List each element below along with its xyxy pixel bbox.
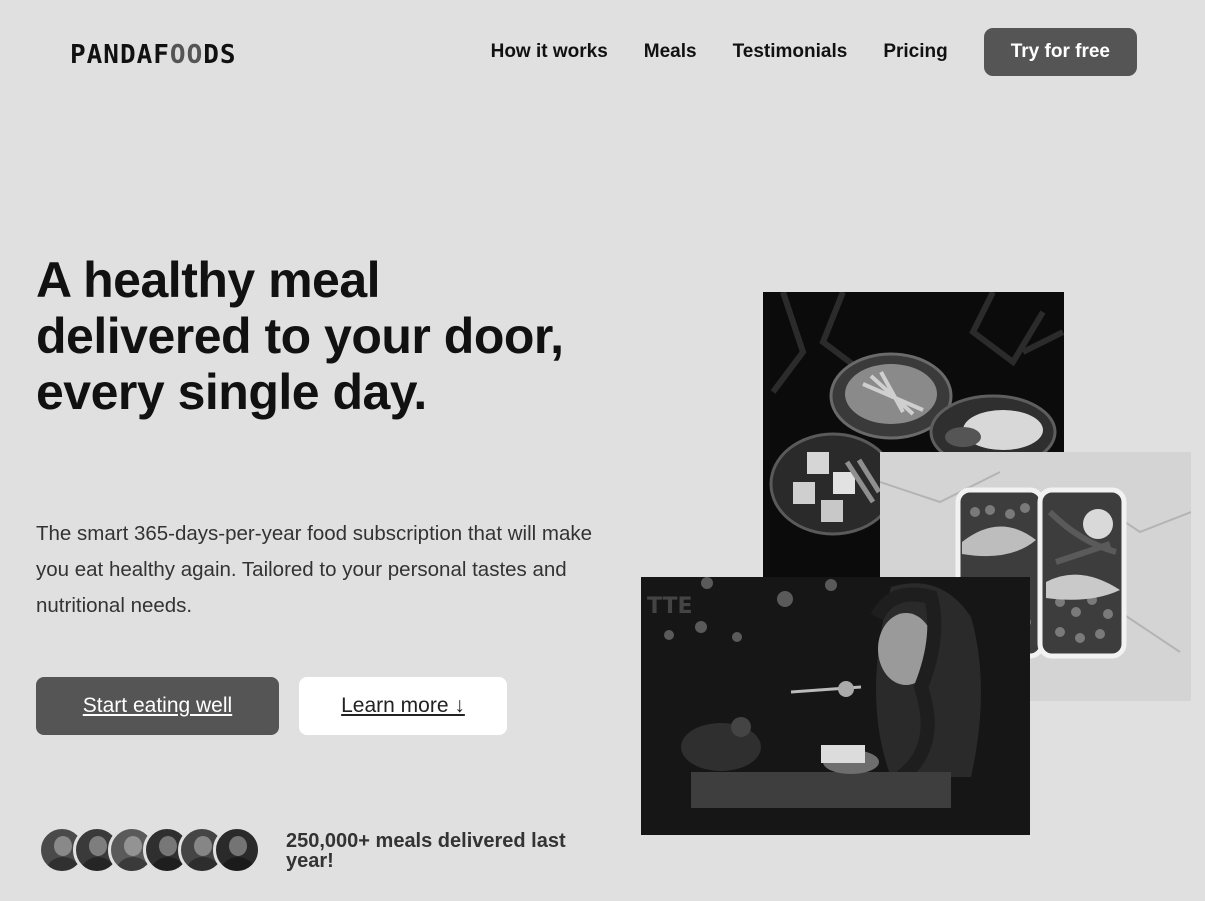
brand-logo[interactable]: PANDAFOODS (70, 40, 237, 70)
logo-text-end: DS (203, 40, 237, 70)
nav-link-meals[interactable]: Meals (644, 41, 697, 63)
nav-link-pricing[interactable]: Pricing (883, 41, 947, 63)
nav-link-how-it-works[interactable]: How it works (491, 41, 608, 63)
logo-text-start: PANDAF (70, 40, 170, 70)
nav-link-testimonials[interactable]: Testimonials (733, 41, 848, 63)
learn-more-button[interactable]: Learn more ↓ (299, 677, 507, 735)
logo-text-oo: OO (169, 40, 204, 70)
try-for-free-button[interactable]: Try for free (983, 28, 1137, 76)
svg-text:TTE: TTE (647, 594, 693, 619)
woman-eating-photo: TTE (641, 577, 1030, 835)
start-eating-well-button[interactable]: Start eating well (36, 677, 279, 735)
main-nav: How it works Meals Testimonials Pricing … (491, 28, 1173, 76)
hero-subtitle: The smart 365-days-per-year food subscri… (36, 522, 593, 617)
meals-delivered-text: 250,000+ meals delivered last year! (286, 830, 566, 872)
customer-avatars (38, 826, 261, 874)
hero-title: A healthy meal delivered to your door, e… (36, 252, 564, 420)
avatar (213, 826, 261, 874)
